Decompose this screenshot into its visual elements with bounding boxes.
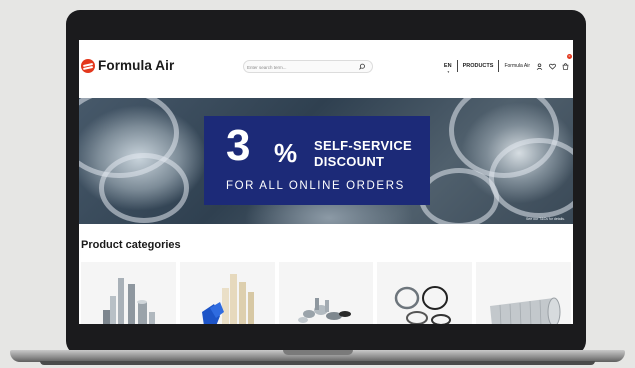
laptop-foot: [40, 361, 595, 365]
duct-ring-decoration: [489, 138, 573, 218]
website-screen: Formula Air EN ▼ PRODUCTS Formula Air: [79, 40, 573, 324]
filter-cartridge-icon: [201, 274, 254, 324]
account-link[interactable]: Formula Air: [504, 63, 530, 69]
heart-icon[interactable]: [549, 63, 556, 70]
promo-headline-line1: SELF-SERVICE: [314, 138, 412, 153]
language-label: EN: [443, 63, 452, 69]
category-card[interactable]: [179, 262, 275, 324]
user-icon[interactable]: [536, 62, 543, 70]
top-nav: EN ▼ PRODUCTS Formula Air 0: [443, 54, 572, 75]
section-title: Product categories: [81, 239, 181, 251]
language-selector[interactable]: EN ▼: [443, 63, 452, 74]
nav-divider: [498, 60, 500, 72]
terms-note[interactable]: See our T&Cs for details.: [526, 217, 565, 221]
logo-mark-icon: [81, 58, 95, 73]
cart-button[interactable]: 0: [556, 54, 572, 75]
promo-headline-line2: DISCOUNT: [314, 154, 385, 169]
promo-subline: FOR ALL ONLINE ORDERS: [226, 180, 405, 192]
category-cards: [81, 262, 571, 324]
chevron-down-icon: ▼: [446, 70, 450, 74]
clamp-parts-icon: [297, 298, 351, 323]
discount-percent-sign: %: [274, 138, 298, 168]
cart-icon: [562, 63, 569, 70]
category-card[interactable]: [377, 262, 473, 324]
discount-promo-box: 3 % SELF-SERVICE DISCOUNT FOR ALL ONLINE…: [204, 116, 430, 205]
clamp-rings-icon: [395, 286, 452, 324]
site-header: Formula Air EN ▼ PRODUCTS Formula Air: [79, 40, 573, 92]
cart-count-badge: 0: [567, 54, 572, 59]
promo-banner[interactable]: 3 % SELF-SERVICE DISCOUNT FOR ALL ONLINE…: [79, 98, 573, 224]
laptop-notch: [283, 350, 353, 355]
products-menu-link[interactable]: PRODUCTS: [463, 63, 494, 69]
category-card[interactable]: [278, 262, 374, 324]
duct-ring-decoration: [419, 168, 499, 224]
category-card[interactable]: [476, 262, 571, 324]
discount-number: 3: [226, 121, 251, 170]
duct-ring-decoration: [99, 153, 189, 223]
category-card[interactable]: [81, 262, 176, 324]
pipe-fittings-icon: [103, 278, 155, 324]
search-input[interactable]: [247, 62, 355, 72]
brand-logo[interactable]: Formula Air: [81, 58, 174, 73]
flexible-hose-icon: [490, 297, 561, 324]
search-bar: [243, 60, 373, 73]
brand-name: Formula Air: [98, 58, 175, 73]
nav-divider: [456, 60, 458, 72]
search-icon[interactable]: [358, 63, 366, 71]
